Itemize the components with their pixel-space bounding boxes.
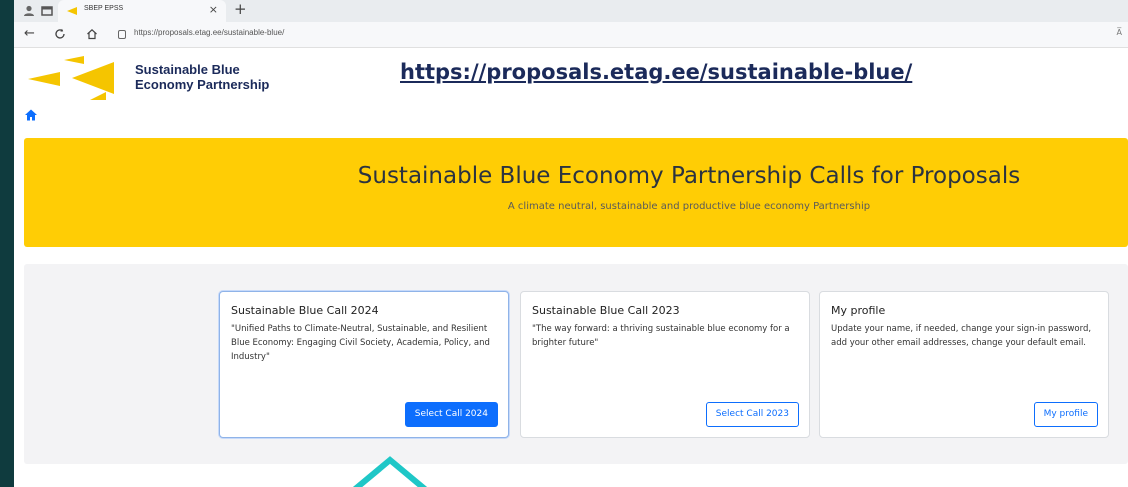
card-description: Update your name, if needed, change your… [831,324,1092,348]
logo-wordmark[interactable]: Sustainable Blue Economy Partnership [135,62,269,92]
sbep-logo-icon[interactable] [28,56,118,100]
logo-line-2: Economy Partnership [135,77,270,92]
home-icon[interactable] [24,108,38,122]
hero-banner: Sustainable Blue Economy Partnership Cal… [24,138,1128,247]
select-call-2023-button[interactable]: Select Call 2023 [705,402,799,427]
card-title: My profile [831,304,886,317]
card-title: Sustainable Blue Call 2024 [231,304,379,317]
favicon-icon [67,7,77,15]
new-tab-icon[interactable]: + [234,0,247,18]
profile-icon[interactable] [22,4,36,18]
card-title: Sustainable Blue Call 2023 [532,304,680,317]
reader-mode-icon[interactable]: A̅ [1117,28,1122,37]
chevron-up-icon [352,456,428,487]
refresh-icon[interactable] [54,28,66,40]
browser-tab[interactable]: SBEP EPSS × [58,0,226,22]
logo-line-1: Sustainable Blue [135,62,240,77]
url-text: https://proposals.etag.ee/sustainable-bl… [134,28,285,37]
url-annotation[interactable]: https://proposals.etag.ee/sustainable-bl… [400,60,912,84]
card-my-profile: My profile Update your name, if needed, … [819,291,1109,438]
banner-subtitle: A climate neutral, sustainable and produ… [507,201,871,212]
card-call-2024: Sustainable Blue Call 2024 "Unified Path… [219,291,509,438]
address-bar: ← https://proposals.etag.ee/sustainable-… [14,22,1128,48]
tab-actions-icon[interactable] [40,4,54,18]
my-profile-button[interactable]: My profile [1033,402,1098,427]
tab-bar: SBEP EPSS × + [14,0,1128,22]
lock-icon [118,30,126,39]
card-description: "The way forward: a thriving sustainable… [532,324,790,348]
url-field[interactable]: https://proposals.etag.ee/sustainable-bl… [118,25,1108,44]
card-call-2023: Sustainable Blue Call 2023 "The way forw… [520,291,810,438]
select-call-2024-button[interactable]: Select Call 2024 [404,402,498,427]
card-description: "Unified Paths to Climate-Neutral, Susta… [231,324,490,362]
cards-section: Sustainable Blue Call 2024 "Unified Path… [24,264,1128,464]
back-arrow-icon[interactable]: ← [24,26,35,41]
banner-title: Sustainable Blue Economy Partnership Cal… [357,163,1021,189]
browser-home-icon[interactable] [86,28,98,40]
tab-title: SBEP EPSS [84,5,124,12]
browser-window: SBEP EPSS × + ← https://proposals.etag.e… [14,0,1128,487]
tab-close-icon[interactable]: × [209,3,218,16]
